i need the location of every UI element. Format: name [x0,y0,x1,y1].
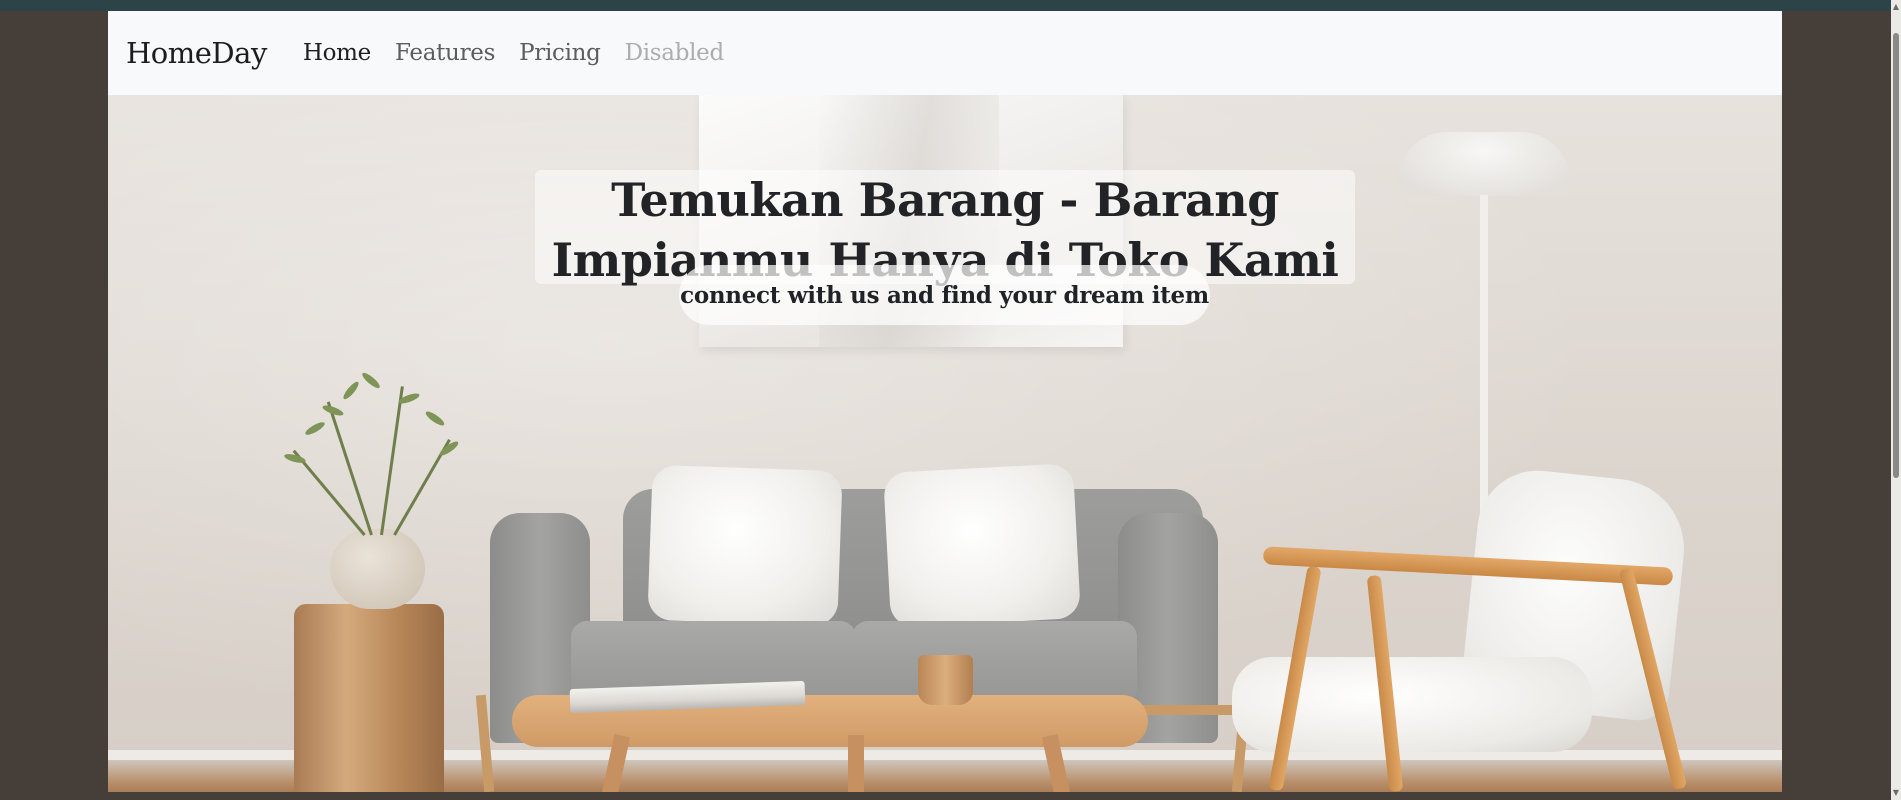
scroll-up-arrow-icon[interactable]: ▲ [1891,0,1901,14]
nav-link-home[interactable]: Home [303,40,371,66]
browser-top-strip [0,0,1901,11]
wooden-stool [294,604,444,792]
floor-lamp-shade [1398,132,1570,196]
scrollbar-thumb[interactable] [1893,33,1899,478]
cup [918,655,973,705]
pillow-left [647,464,843,627]
hero-subtitle: connect with us and find your dream item [680,281,1209,309]
nav-link-pricing[interactable]: Pricing [519,40,601,66]
scroll-down-arrow-icon[interactable]: ▼ [1891,786,1901,800]
pillow-right [883,463,1081,628]
navbar: HomeDay Home Features Pricing Disabled [108,11,1782,95]
sofa-seat-right [852,621,1137,706]
nav-links: Home Features Pricing Disabled [303,40,724,66]
nav-link-features[interactable]: Features [395,40,495,66]
hero-section: Temukan Barang - Barang Impianmu Hanya d… [108,95,1782,792]
vase [330,529,425,609]
hero-subtitle-pill: connect with us and find your dream item [679,265,1210,325]
brand-logo[interactable]: HomeDay [126,36,267,70]
nav-link-disabled: Disabled [624,40,725,66]
page-container: HomeDay Home Features Pricing Disabled T… [108,11,1782,792]
